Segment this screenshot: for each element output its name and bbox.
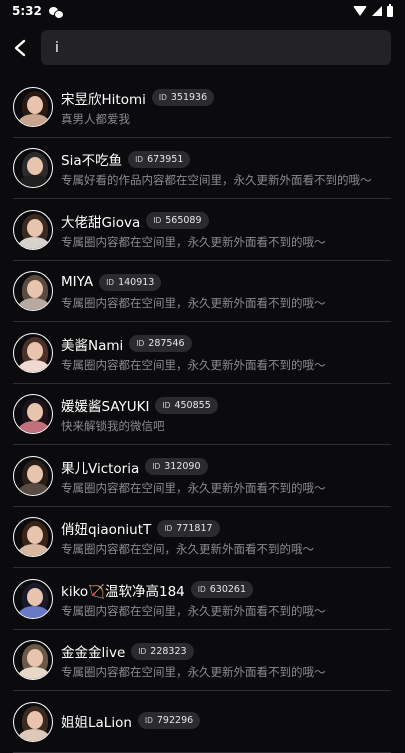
- user-name: 金金金live: [61, 645, 126, 662]
- id-badge-value: 287546: [148, 338, 185, 350]
- list-item-info: 果儿Victoria ID 312090 专属圈内容都在空间里，永久更新外面看不…: [61, 456, 326, 496]
- list-item[interactable]: MIYA ID 140913 专属圈内容都在空间里，永久更新外面看不到的哦～: [0, 261, 405, 323]
- list-item-info: 美酱Nami ID 287546 专属圈内容都在空间里，永久更新外面看不到的哦～: [61, 333, 326, 373]
- id-badge: ID 450855: [155, 396, 218, 414]
- id-badge: ID 140913: [99, 273, 162, 291]
- user-description: 专属圈内容都在空间里，永久更新外面看不到的哦～: [61, 480, 326, 495]
- wechat-icon: [48, 6, 64, 19]
- user-description: 专属圈内容都在空间里，永久更新外面看不到的哦～: [61, 234, 326, 249]
- id-badge-prefix: ID: [106, 277, 115, 287]
- avatar[interactable]: [13, 148, 53, 189]
- id-badge: ID 287546: [129, 335, 192, 353]
- status-bar: 5:32: [0, 0, 405, 22]
- user-name: kiko🏹温软净高184: [61, 583, 185, 600]
- id-badge: ID 630261: [190, 581, 254, 599]
- search-header: [0, 30, 405, 66]
- list-item[interactable]: Sia不吃鱼 ID 673951 专属好看的作品内容都在空间里，永久更新外面看不…: [0, 138, 405, 200]
- id-badge-value: 450855: [174, 399, 211, 411]
- user-description: 专属好看的作品内容都在空间里，永久更新外面看不到的哦～: [61, 173, 372, 188]
- avatar[interactable]: [13, 332, 53, 373]
- status-time: 5:32: [12, 4, 42, 18]
- id-badge-prefix: ID: [162, 400, 171, 410]
- user-description: 专属圈内容都在空间里，永久更新外面看不到的哦～: [61, 357, 326, 372]
- avatar[interactable]: [13, 209, 53, 250]
- id-badge: ID 312090: [145, 458, 208, 476]
- id-badge-value: 351936: [170, 92, 208, 104]
- id-badge: ID 792296: [137, 712, 201, 730]
- id-badge-prefix: ID: [153, 216, 162, 226]
- user-description: 专属圈内容都在空间里，永久更新外面看不到的哦～: [61, 665, 326, 680]
- avatar[interactable]: [13, 517, 53, 558]
- id-badge-prefix: ID: [158, 93, 167, 103]
- id-badge-value: 565089: [165, 215, 202, 227]
- id-badge: ID 673951: [128, 150, 191, 168]
- list-item-info: 宋昱欣Hitomi ID 351936 真男人都爱我: [61, 87, 215, 127]
- chevron-left-icon: [14, 39, 26, 57]
- id-badge-prefix: ID: [136, 339, 145, 349]
- id-badge: ID 771817: [157, 519, 220, 537]
- list-item[interactable]: 俏妞qiaoniutT ID 771817 专属圈内容都在空间，永久更新外面看不…: [0, 507, 405, 569]
- list-item[interactable]: kiko🏹温软净高184 ID 630261 专属圈内容都在空间里，永久更新外面…: [0, 568, 405, 630]
- user-name: 果儿Victoria: [61, 460, 140, 477]
- id-badge-value: 140913: [118, 276, 155, 288]
- user-description: 快来解锁我的微信吧: [61, 419, 165, 434]
- result-list: 宋昱欣Hitomi ID 351936 真男人都爱我 Sia不吃鱼 ID 673…: [0, 76, 405, 753]
- id-badge-prefix: ID: [144, 716, 153, 726]
- avatar[interactable]: [13, 394, 53, 435]
- list-item-info: 大佬甜Giova ID 565089 专属圈内容都在空间里，永久更新外面看不到的…: [61, 210, 326, 250]
- list-item-info: Sia不吃鱼 ID 673951 专属好看的作品内容都在空间里，永久更新外面看不…: [61, 148, 372, 188]
- id-badge-value: 312090: [164, 461, 201, 473]
- search-input[interactable]: [41, 30, 391, 65]
- signal-icon: [372, 6, 382, 16]
- user-description: 真男人都爱我: [61, 111, 130, 126]
- id-badge-value: 771817: [176, 522, 213, 534]
- id-badge-prefix: ID: [164, 523, 173, 533]
- list-item[interactable]: 大佬甜Giova ID 565089 专属圈内容都在空间里，永久更新外面看不到的…: [0, 199, 405, 261]
- list-item-info: kiko🏹温软净高184 ID 630261 专属圈内容都在空间里，永久更新外面…: [61, 579, 326, 619]
- list-item[interactable]: 宋昱欣Hitomi ID 351936 真男人都爱我: [0, 76, 405, 138]
- avatar[interactable]: [13, 640, 53, 681]
- user-name: 俏妞qiaoniutT: [61, 522, 152, 539]
- user-name: Sia不吃鱼: [61, 153, 123, 170]
- list-item-info: 姐姐LaLion ID 792296: [61, 710, 201, 734]
- user-name: 宋昱欣Hitomi: [61, 91, 146, 108]
- user-name: 美酱Nami: [61, 337, 124, 354]
- user-description: 专属圈内容都在空间，永久更新外面看不到的哦～: [61, 542, 314, 557]
- user-name: 大佬甜Giova: [61, 214, 141, 231]
- status-icons: [353, 3, 393, 17]
- list-item-info: 媛媛酱SAYUKI ID 450855 快来解锁我的微信吧: [61, 394, 218, 434]
- avatar[interactable]: [13, 455, 53, 496]
- list-item[interactable]: 媛媛酱SAYUKI ID 450855 快来解锁我的微信吧: [0, 384, 405, 446]
- user-name: 媛媛酱SAYUKI: [61, 399, 150, 416]
- id-badge-prefix: ID: [197, 585, 206, 595]
- id-badge-prefix: ID: [138, 646, 147, 656]
- id-badge: ID 565089: [146, 212, 209, 230]
- list-item[interactable]: 姐姐LaLion ID 792296: [0, 691, 405, 753]
- back-button[interactable]: [0, 30, 40, 66]
- user-name: MIYA: [61, 274, 94, 291]
- list-item-info: 金金金live ID 228323 专属圈内容都在空间里，永久更新外面看不到的哦…: [61, 640, 326, 680]
- avatar[interactable]: [13, 701, 53, 742]
- list-item[interactable]: 果儿Victoria ID 312090 专属圈内容都在空间里，永久更新外面看不…: [0, 445, 405, 507]
- id-badge-prefix: ID: [152, 462, 161, 472]
- id-badge: ID 228323: [131, 642, 194, 660]
- avatar[interactable]: [13, 271, 53, 312]
- id-badge: ID 351936: [151, 89, 215, 107]
- list-item[interactable]: 美酱Nami ID 287546 专属圈内容都在空间里，永久更新外面看不到的哦～: [0, 322, 405, 384]
- id-badge-value: 228323: [150, 645, 187, 657]
- user-description: 专属圈内容都在空间里，永久更新外面看不到的哦～: [61, 603, 326, 618]
- user-name: 姐姐LaLion: [61, 714, 132, 731]
- user-description: 专属圈内容都在空间里，永久更新外面看不到的哦～: [61, 296, 326, 311]
- avatar[interactable]: [13, 86, 53, 127]
- battery-icon: [387, 3, 393, 17]
- list-item-info: MIYA ID 140913 专属圈内容都在空间里，永久更新外面看不到的哦～: [61, 271, 326, 311]
- id-badge-prefix: ID: [135, 154, 144, 164]
- wifi-icon: [353, 6, 367, 16]
- list-item-info: 俏妞qiaoniutT ID 771817 专属圈内容都在空间，永久更新外面看不…: [61, 517, 314, 557]
- avatar[interactable]: [13, 578, 53, 619]
- list-item[interactable]: 金金金live ID 228323 专属圈内容都在空间里，永久更新外面看不到的哦…: [0, 630, 405, 692]
- id-badge-value: 630261: [209, 584, 247, 596]
- id-badge-value: 792296: [156, 715, 194, 727]
- id-badge-value: 673951: [147, 153, 184, 165]
